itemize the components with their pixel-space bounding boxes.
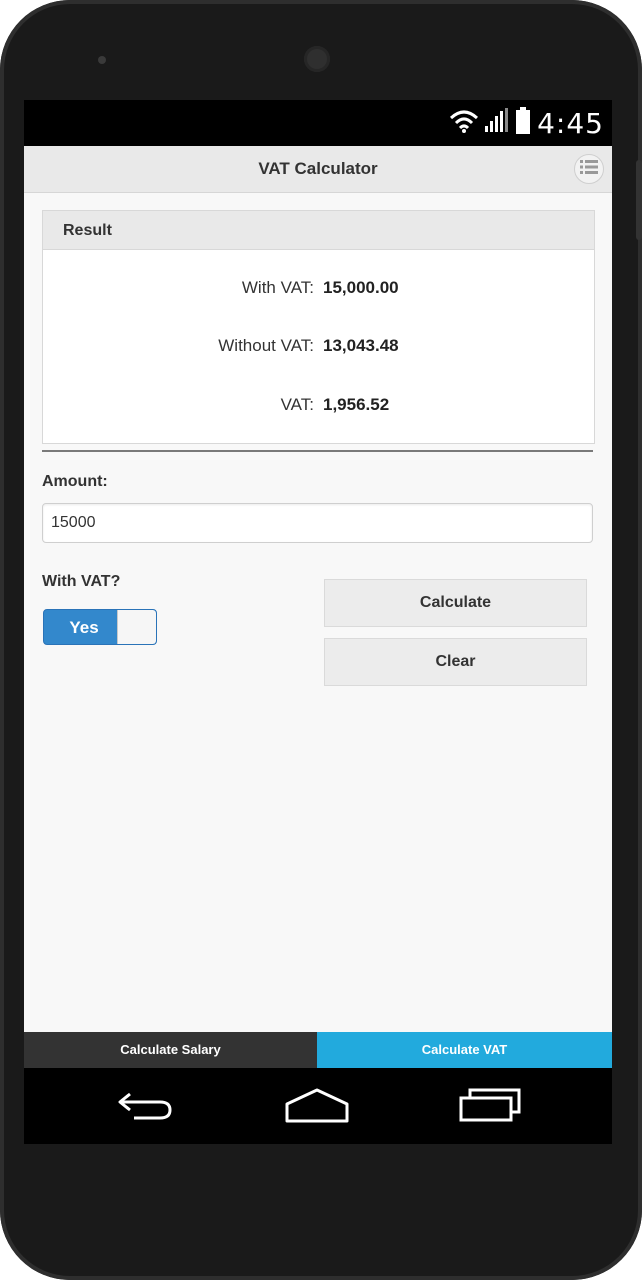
with-vat-question-label: With VAT? bbox=[42, 573, 121, 590]
phone-frame: 4:45 VAT Calculator Result With VAT: 15,… bbox=[0, 0, 642, 1280]
list-menu-icon bbox=[580, 159, 598, 179]
amount-label: Amount: bbox=[42, 473, 108, 490]
divider bbox=[42, 450, 593, 452]
front-camera bbox=[304, 46, 330, 72]
result-header: Result bbox=[43, 211, 594, 250]
bottom-tab-bar: Calculate Salary Calculate VAT bbox=[24, 1032, 612, 1068]
without-vat-value: 13,043.48 bbox=[323, 336, 399, 355]
menu-button[interactable] bbox=[574, 154, 604, 184]
signal-icon bbox=[485, 107, 509, 139]
vat-value: 1,956.52 bbox=[323, 395, 390, 414]
tab-calculate-salary[interactable]: Calculate Salary bbox=[24, 1032, 317, 1068]
amount-input[interactable] bbox=[42, 503, 593, 543]
result-heading: Result bbox=[63, 222, 112, 239]
vat-label: VAT: bbox=[280, 395, 314, 414]
page-title: VAT Calculator bbox=[258, 159, 378, 178]
with-vat-toggle[interactable]: Yes bbox=[43, 609, 157, 645]
clear-button[interactable]: Clear bbox=[324, 638, 587, 686]
without-vat-label: Without VAT: bbox=[218, 336, 314, 355]
status-bar: 4:45 bbox=[24, 100, 612, 146]
toggle-knob[interactable] bbox=[117, 610, 156, 644]
toggle-label: Yes bbox=[69, 618, 99, 637]
wifi-icon bbox=[449, 108, 479, 139]
battery-icon bbox=[515, 106, 531, 140]
system-nav-bar bbox=[24, 1068, 612, 1144]
with-vat-value: 15,000.00 bbox=[323, 278, 399, 297]
result-row-with-vat: With VAT: 15,000.00 bbox=[43, 278, 594, 300]
with-vat-label: With VAT: bbox=[241, 278, 314, 297]
result-card: Result With VAT: 15,000.00 Without VAT: … bbox=[42, 210, 595, 444]
result-row-vat: VAT: 1,956.52 bbox=[43, 395, 594, 417]
power-button bbox=[636, 160, 642, 240]
recent-apps-icon[interactable] bbox=[458, 1086, 524, 1131]
screen: 4:45 VAT Calculator Result With VAT: 15,… bbox=[24, 100, 612, 1144]
home-icon[interactable] bbox=[284, 1086, 350, 1131]
back-icon[interactable] bbox=[116, 1086, 176, 1131]
tab-calculate-vat[interactable]: Calculate VAT bbox=[317, 1032, 612, 1068]
status-time: 4:45 bbox=[537, 106, 604, 140]
app-header: VAT Calculator bbox=[24, 146, 612, 193]
result-row-without-vat: Without VAT: 13,043.48 bbox=[43, 336, 594, 358]
proximity-sensor bbox=[98, 56, 106, 64]
calculate-button[interactable]: Calculate bbox=[324, 579, 587, 627]
